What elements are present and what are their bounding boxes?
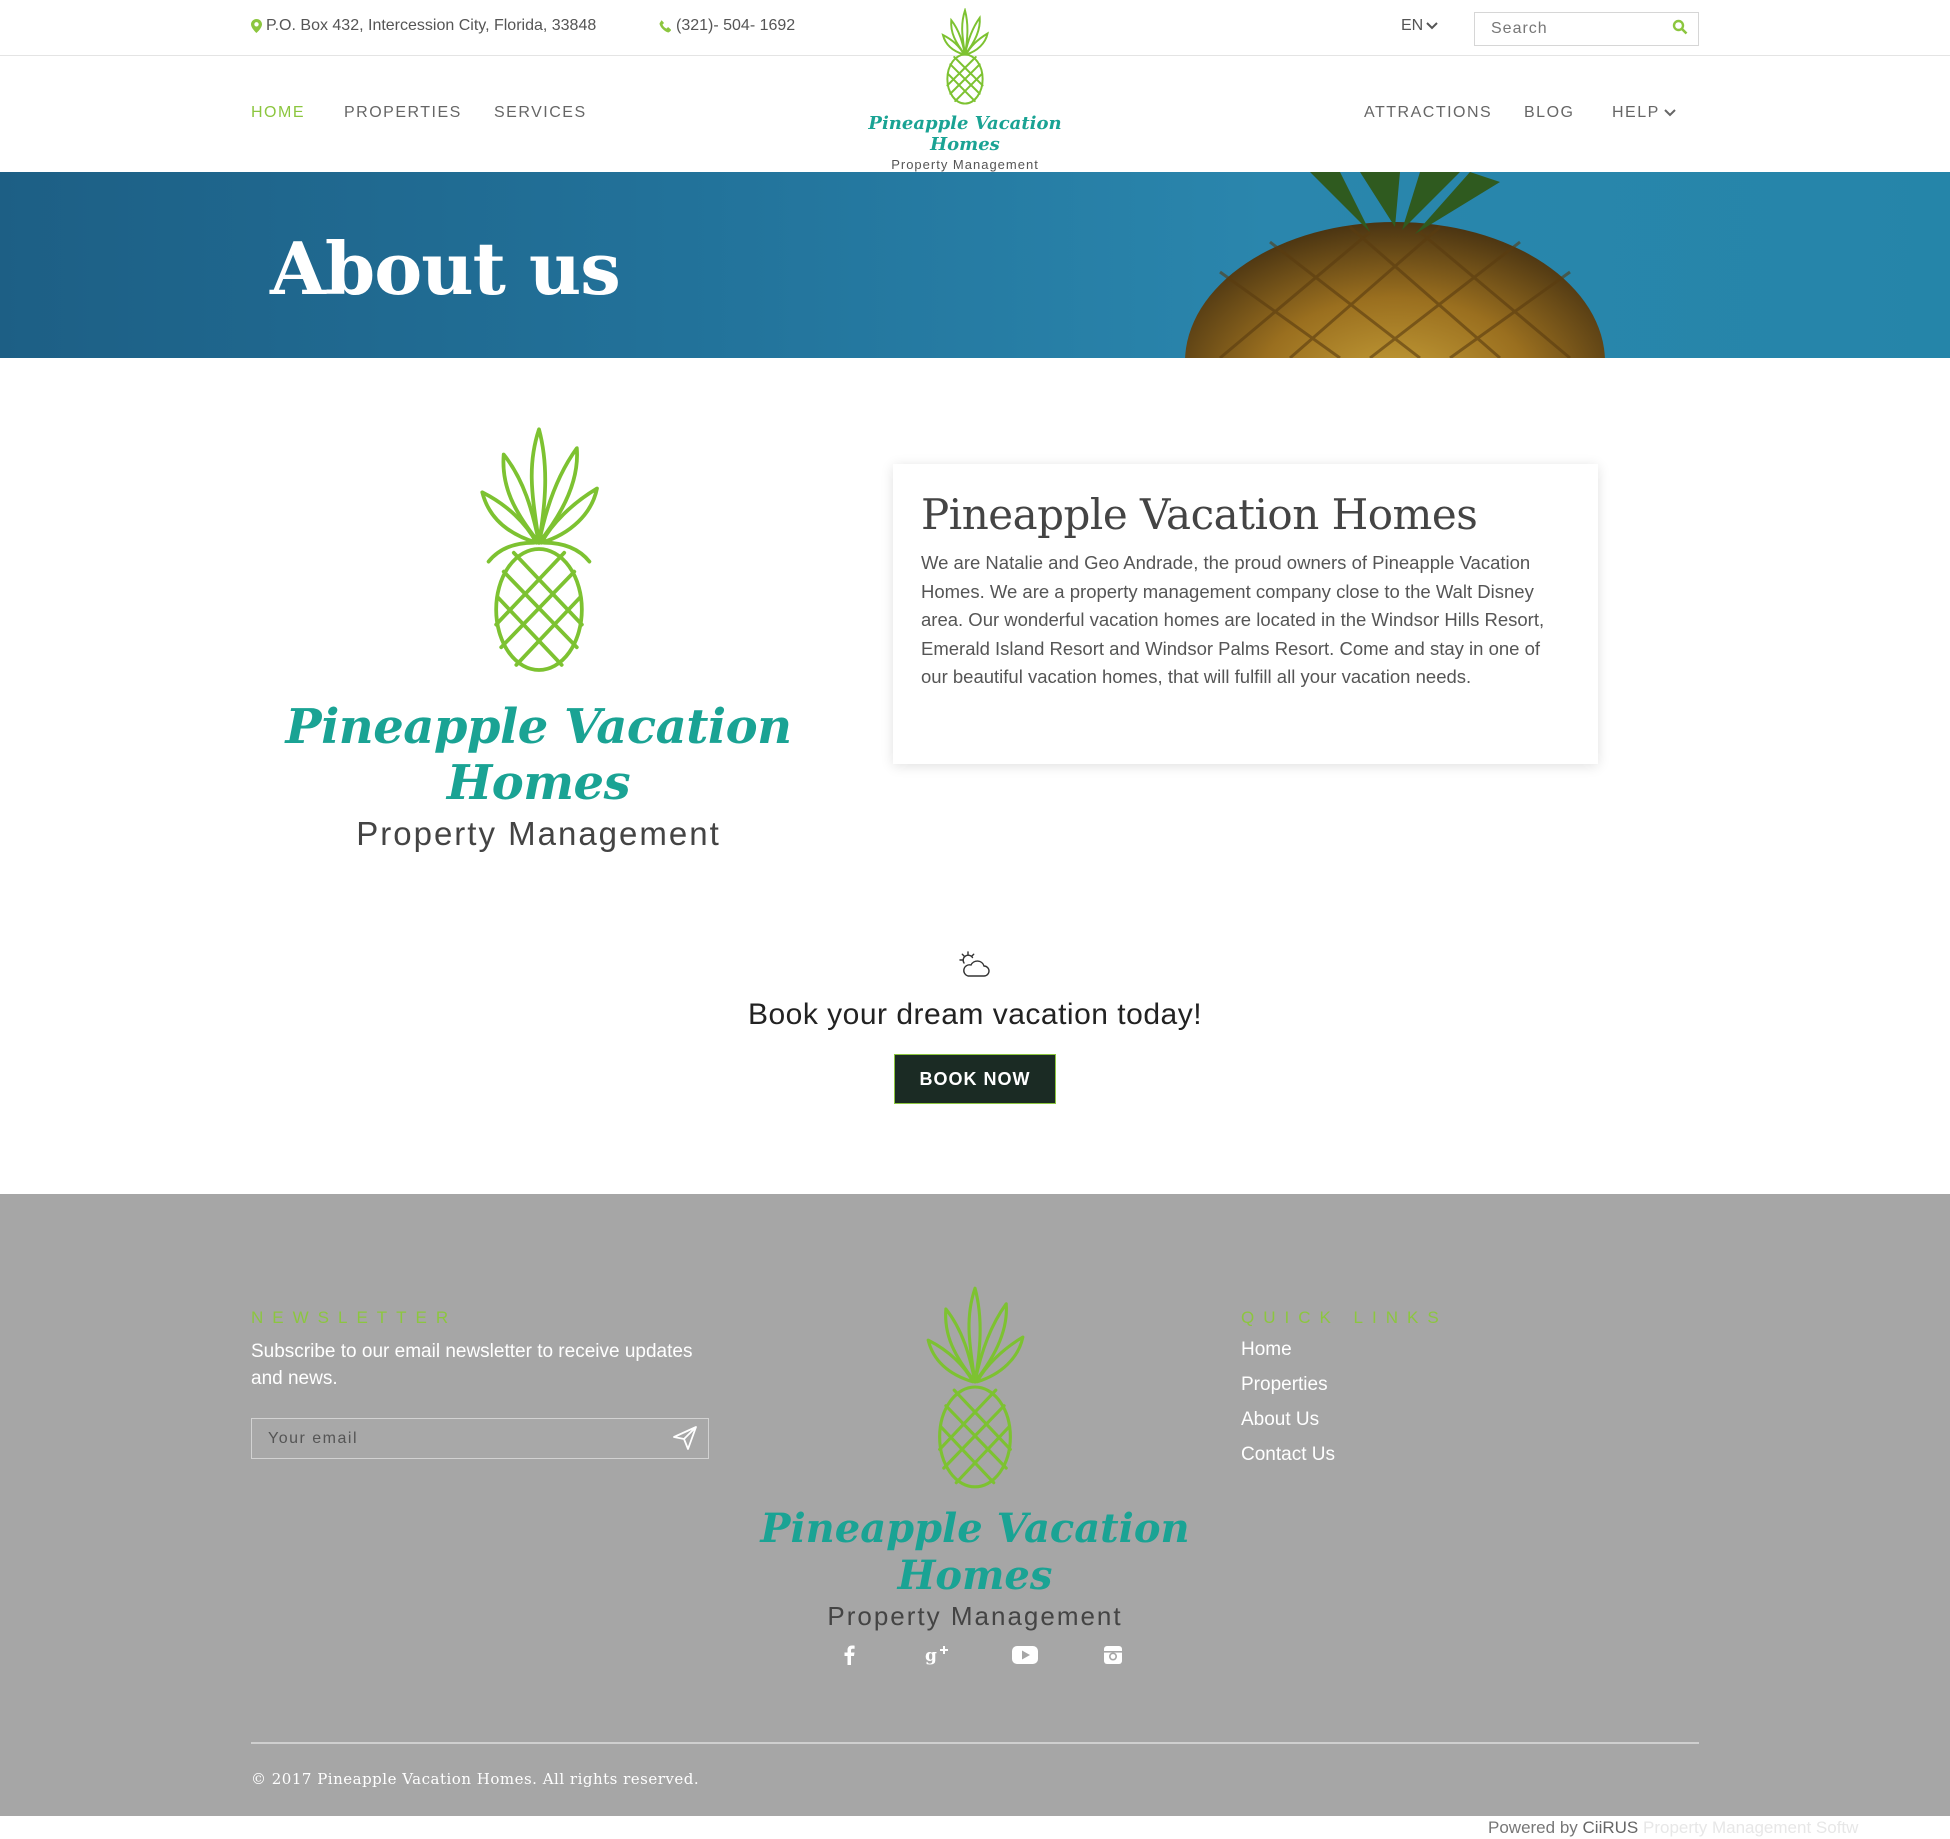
chevron-down-icon bbox=[1426, 22, 1438, 30]
quick-link-home[interactable]: Home bbox=[1241, 1339, 1335, 1361]
nav-help-label: HELP bbox=[1612, 104, 1660, 121]
pineapple-logo-icon bbox=[926, 1286, 1025, 1489]
newsletter-email-input[interactable] bbox=[252, 1419, 652, 1458]
page-title: About us bbox=[270, 226, 621, 311]
newsletter-text: Subscribe to our email newsletter to rec… bbox=[251, 1341, 693, 1389]
footer-logo-name: Pineapple Vacation Homes bbox=[760, 1505, 1190, 1599]
about-card: Pineapple Vacation Homes We are Natalie … bbox=[893, 464, 1598, 764]
cta-title: Book your dream vacation today! bbox=[747, 998, 1203, 1031]
footer-divider bbox=[251, 1742, 1699, 1744]
quick-link-about-us[interactable]: About Us bbox=[1241, 1409, 1335, 1431]
nav-home[interactable]: HOME bbox=[251, 104, 305, 122]
quick-link-properties[interactable]: Properties bbox=[1241, 1374, 1335, 1396]
address-block: P.O. Box 432, Intercession City, Florida… bbox=[251, 17, 596, 35]
pineapple-logo-icon bbox=[479, 427, 599, 672]
svg-text:g: g bbox=[925, 1646, 937, 1665]
powered-prefix: Powered by bbox=[1488, 1818, 1578, 1837]
map-marker-icon bbox=[251, 19, 262, 33]
nav-help[interactable]: HELP bbox=[1612, 104, 1676, 122]
footer: NEWSLETTER Subscribe to our email newsle… bbox=[0, 1194, 1950, 1816]
search-icon[interactable] bbox=[1672, 19, 1688, 35]
search-box bbox=[1474, 12, 1699, 46]
phone-icon bbox=[659, 19, 672, 32]
youtube-icon[interactable] bbox=[1012, 1642, 1038, 1668]
header-logo-tagline: Property Management bbox=[891, 157, 1039, 172]
copyright: © 2017 Pineapple Vacation Homes. All rig… bbox=[251, 1770, 700, 1788]
footer-logo-tagline: Property Management bbox=[827, 1601, 1123, 1631]
quick-links-heading: QUICK LINKS bbox=[1241, 1308, 1448, 1327]
nav-blog[interactable]: BLOG bbox=[1524, 104, 1574, 122]
quick-links-list: Home Properties About Us Contact Us bbox=[1241, 1339, 1335, 1479]
sun-cloud-icon bbox=[959, 951, 990, 977]
language-label: EN bbox=[1401, 17, 1424, 34]
header-logo[interactable]: Pineapple Vacation Homes Property Manage… bbox=[850, 7, 1080, 172]
social-links: g bbox=[836, 1642, 1126, 1668]
about-logo: Pineapple Vacation Homes Property Manage… bbox=[251, 420, 826, 853]
quick-link-contact-us[interactable]: Contact Us bbox=[1241, 1444, 1335, 1466]
newsletter-heading: NEWSLETTER bbox=[251, 1308, 458, 1327]
book-now-button[interactable]: BOOK NOW bbox=[894, 1054, 1056, 1104]
instagram-icon[interactable] bbox=[1100, 1642, 1126, 1668]
powered-brand: CiiRUS bbox=[1582, 1818, 1639, 1837]
language-selector[interactable]: EN bbox=[1401, 17, 1438, 35]
search-input[interactable] bbox=[1475, 14, 1665, 44]
phone-text: (321)- 504- 1692 bbox=[676, 17, 796, 34]
pineapple-photo bbox=[1185, 172, 1605, 358]
nav-attractions[interactable]: ATTRACTIONS bbox=[1364, 104, 1492, 122]
google-plus-icon[interactable]: g bbox=[924, 1642, 950, 1668]
facebook-icon[interactable] bbox=[836, 1642, 862, 1668]
address-text: P.O. Box 432, Intercession City, Florida… bbox=[266, 17, 597, 34]
powered-suffix: Property Management Softw bbox=[1642, 1818, 1859, 1837]
chevron-down-icon bbox=[1664, 109, 1676, 117]
phone-block[interactable]: (321)- 504- 1692 bbox=[659, 17, 795, 35]
about-logo-name: Pineapple Vacation Homes bbox=[285, 699, 792, 811]
pineapple-logo-icon bbox=[941, 7, 989, 105]
nav-services[interactable]: SERVICES bbox=[494, 104, 587, 122]
header-logo-name: Pineapple Vacation Homes bbox=[868, 113, 1062, 155]
about-heading: Pineapple Vacation Homes bbox=[921, 490, 1478, 539]
nav-properties[interactable]: PROPERTIES bbox=[344, 104, 462, 122]
send-icon[interactable] bbox=[672, 1425, 698, 1451]
footer-logo: Pineapple Vacation Homes Property Manage… bbox=[730, 1282, 1220, 1632]
powered-by[interactable]: Powered by CiiRUS Property Management So… bbox=[1488, 1818, 1858, 1838]
hero-banner: About us bbox=[0, 172, 1950, 358]
newsletter-form bbox=[251, 1418, 709, 1459]
about-logo-tagline: Property Management bbox=[356, 815, 721, 852]
about-body: We are Natalie and Geo Andrade, the prou… bbox=[921, 552, 1545, 687]
